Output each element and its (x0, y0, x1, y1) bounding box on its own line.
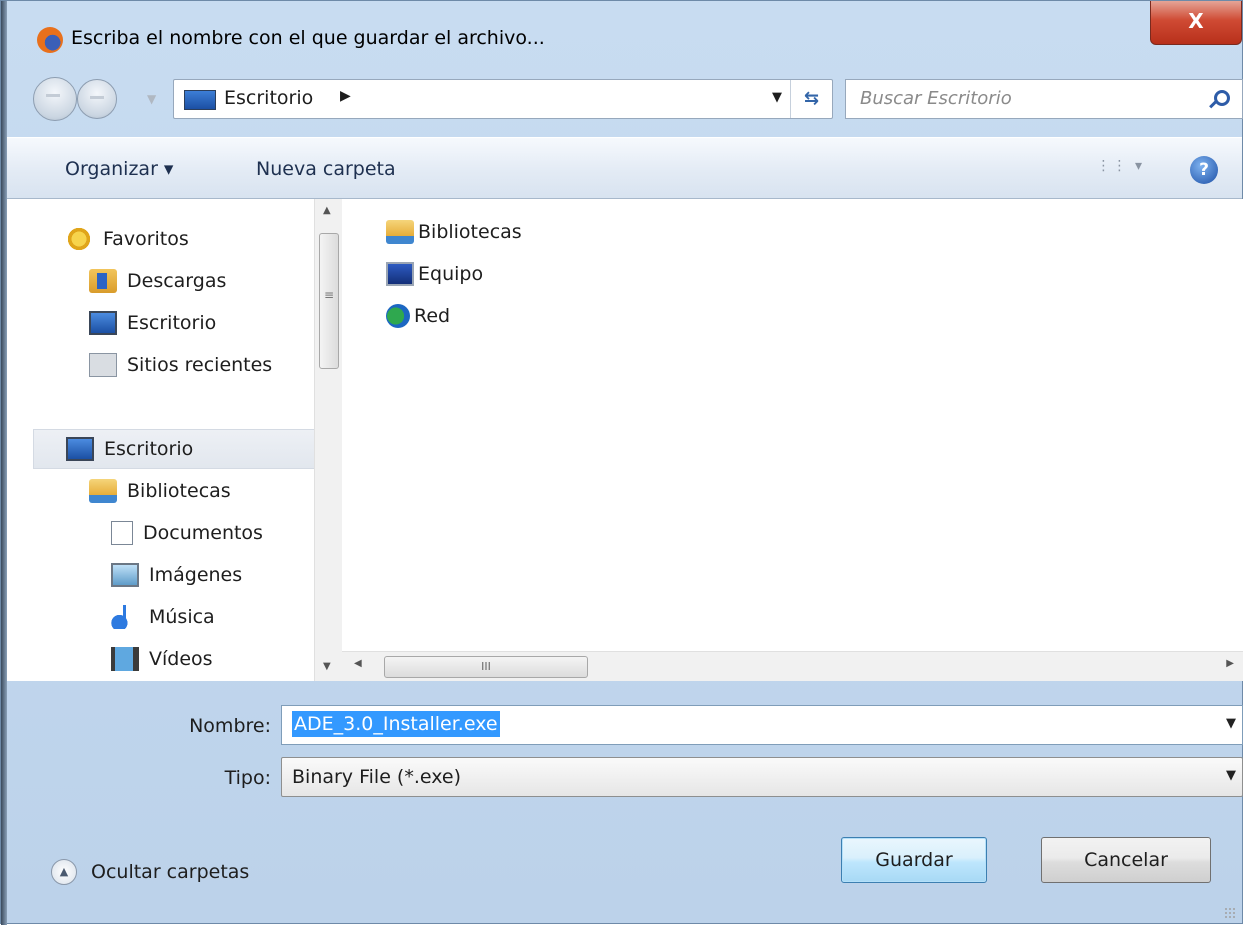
sidebar-item-videos[interactable]: Vídeos (111, 639, 213, 679)
scroll-left-icon[interactable]: ◀ (354, 658, 362, 669)
sidebar-item-label: Música (149, 606, 215, 628)
window-title: Escriba el nombre con el que guardar el … (71, 27, 545, 49)
hide-folders-label: Ocultar carpetas (91, 861, 250, 883)
computer-icon (386, 262, 414, 286)
list-item-label: Bibliotecas (418, 221, 522, 243)
address-bar[interactable]: Escritorio ▶ ▼ ⇆ (173, 79, 833, 119)
sidebar-item-libraries[interactable]: Bibliotecas (89, 471, 231, 511)
sidebar-item-label: Bibliotecas (127, 480, 231, 502)
help-icon[interactable]: ? (1190, 156, 1218, 184)
sidebar-item-pictures[interactable]: Imágenes (111, 555, 242, 595)
address-dropdown-icon[interactable]: ▼ (772, 90, 782, 105)
back-button[interactable] (33, 77, 77, 121)
sidebar-item-label: Escritorio (127, 312, 217, 334)
pictures-icon (111, 563, 139, 587)
command-toolbar: Organizar ▾ Nueva carpeta ⋮⋮ ▾ ? (7, 137, 1242, 199)
desktop-icon (66, 437, 94, 461)
downloads-icon (89, 269, 117, 293)
desktop-icon (184, 90, 216, 110)
recent-places-icon (89, 353, 117, 377)
sidebar-item-music[interactable]: Música (111, 597, 215, 637)
search-box[interactable]: Buscar Escritorio (845, 79, 1243, 119)
desktop-icon (89, 311, 117, 335)
star-icon (65, 227, 93, 251)
save-form: Nombre: ADE_3.0_Installer.exe ▼ Tipo: Bi… (7, 681, 1243, 925)
sidebar-scrollbar[interactable]: ▲ ≡ ▼ (314, 199, 342, 681)
sidebar-item-label: Documentos (143, 522, 263, 544)
search-placeholder: Buscar Escritorio (860, 88, 1012, 109)
scroll-grip-icon: ≡ (324, 288, 335, 302)
firefox-icon (37, 27, 63, 53)
resize-grip-icon[interactable] (1224, 907, 1236, 919)
collapse-up-icon: ▲ (51, 859, 77, 885)
scroll-right-icon[interactable]: ▶ (1226, 658, 1234, 669)
save-file-dialog: Escriba el nombre con el que guardar el … (0, 0, 1243, 925)
title-bar[interactable]: Escriba el nombre con el que guardar el … (7, 1, 1242, 75)
organize-menu-button[interactable]: Organizar ▾ (65, 158, 173, 180)
list-item-label: Red (414, 305, 451, 327)
network-icon (386, 304, 410, 328)
new-folder-button[interactable]: Nueva carpeta (256, 158, 396, 180)
navigation-pane: Favoritos Descargas Escritorio Sitios re… (7, 199, 314, 681)
sidebar-item-label: Imágenes (149, 564, 243, 586)
chevron-down-icon[interactable]: ▼ (1226, 716, 1236, 731)
scroll-down-icon[interactable]: ▼ (323, 661, 331, 672)
horizontal-scroll-thumb[interactable]: III (384, 656, 588, 678)
recent-locations-dropdown[interactable]: ▼ (147, 89, 163, 109)
hide-folders-toggle[interactable]: ▲ Ocultar carpetas (51, 859, 249, 885)
filetype-value: Binary File (*.exe) (292, 766, 461, 788)
filename-label: Nombre: (189, 715, 271, 737)
sidebar-item-label: Descargas (127, 270, 227, 292)
sidebar-item-desktop[interactable]: Escritorio (33, 429, 314, 469)
sidebar-item-documents[interactable]: Documentos (111, 513, 263, 553)
sidebar-item-favorites[interactable]: Favoritos (65, 219, 189, 259)
filename-input[interactable]: ADE_3.0_Installer.exe ▼ (281, 705, 1243, 745)
sidebar-item-recent-places[interactable]: Sitios recientes (89, 345, 272, 385)
refresh-button[interactable]: ⇆ (790, 80, 832, 118)
scroll-up-icon[interactable]: ▲ (323, 205, 331, 216)
filetype-label: Tipo: (224, 767, 271, 789)
chevron-down-icon[interactable]: ▼ (1226, 768, 1236, 783)
documents-icon (111, 521, 133, 545)
list-item-label: Equipo (418, 263, 484, 285)
sidebar-item-label: Vídeos (149, 648, 213, 670)
videos-icon (111, 647, 139, 671)
sidebar-item-desktop-favorite[interactable]: Escritorio (89, 303, 216, 343)
cancel-button[interactable]: Cancelar (1041, 837, 1211, 883)
file-list: Bibliotecas Equipo Red (342, 199, 1243, 651)
breadcrumb-location[interactable]: Escritorio (224, 87, 313, 109)
sidebar-item-label: Escritorio (104, 438, 194, 460)
sidebar-item-label: Favoritos (103, 228, 189, 250)
libraries-icon (386, 220, 414, 244)
close-button[interactable]: X (1150, 1, 1242, 45)
navigation-bar: ▼ Escritorio ▶ ▼ ⇆ Buscar Escritorio (7, 75, 1243, 131)
search-icon[interactable] (1214, 90, 1230, 106)
filename-value[interactable]: ADE_3.0_Installer.exe (292, 711, 500, 737)
list-item-network[interactable]: Red (386, 299, 450, 333)
view-options-icon[interactable]: ⋮⋮ ▾ (1097, 158, 1144, 174)
list-item-libraries[interactable]: Bibliotecas (386, 215, 522, 249)
music-icon (111, 605, 139, 629)
breadcrumb-arrow-icon[interactable]: ▶ (340, 88, 351, 104)
forward-button[interactable] (77, 79, 117, 119)
save-button[interactable]: Guardar (841, 837, 987, 883)
filetype-select[interactable]: Binary File (*.exe) ▼ (281, 757, 1243, 797)
list-item-computer[interactable]: Equipo (386, 257, 483, 291)
file-list-horizontal-scrollbar[interactable]: ◀ III ▶ (342, 651, 1243, 681)
sidebar-item-downloads[interactable]: Descargas (89, 261, 226, 301)
sidebar-scroll-thumb[interactable]: ≡ (319, 233, 339, 369)
sidebar-item-label: Sitios recientes (127, 354, 273, 376)
libraries-icon (89, 479, 117, 503)
